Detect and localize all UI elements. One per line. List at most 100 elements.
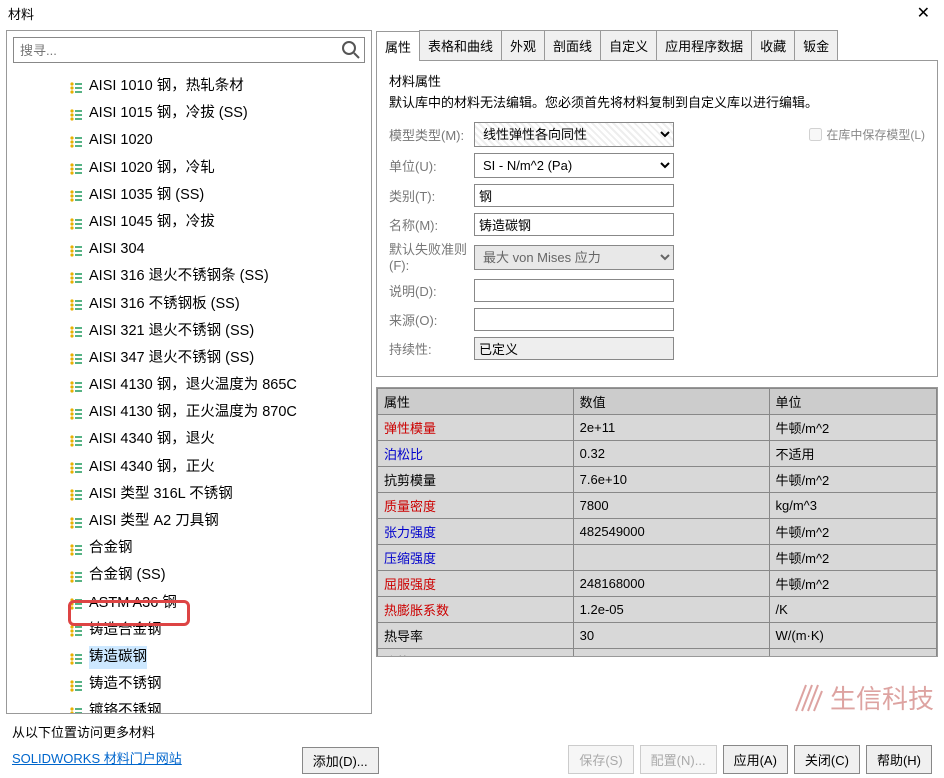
select-unit[interactable]: SI - N/m^2 (Pa) — [474, 153, 674, 178]
table-row[interactable]: 热膨胀系数1.2e-05/K — [378, 597, 937, 623]
material-item[interactable]: AISI 1020 钢，冷轧 — [67, 155, 371, 182]
label-source: 来源(O): — [389, 310, 474, 329]
row-description: 说明(D): — [389, 279, 925, 302]
footer-button[interactable]: 帮助(H) — [866, 745, 932, 774]
search-input[interactable] — [13, 37, 365, 63]
label-name: 名称(M): — [389, 215, 474, 234]
material-icon — [69, 569, 83, 583]
tab-6[interactable]: 收藏 — [751, 30, 795, 60]
cell-val: 1.2e-05 — [573, 597, 769, 623]
table-row[interactable]: 张力强度482549000牛顿/m^2 — [378, 519, 937, 545]
table-row[interactable]: 抗剪模量7.6e+10牛顿/m^2 — [378, 467, 937, 493]
materials-portal-link[interactable]: SOLIDWORKS 材料门户网站 — [12, 748, 182, 767]
input-description[interactable] — [474, 279, 674, 302]
footer-button[interactable]: 关闭(C) — [794, 745, 860, 774]
material-item[interactable]: AISI 4130 钢，正火温度为 870C — [67, 399, 371, 426]
select-criterion[interactable]: 最大 von Mises 应力 — [474, 245, 674, 270]
cell-val: 500 — [573, 649, 769, 658]
table-row[interactable]: 压缩强度牛顿/m^2 — [378, 545, 937, 571]
material-label: AISI 4340 钢，正火 — [89, 456, 215, 479]
material-item[interactable]: ASTM A36 钢 — [67, 590, 371, 617]
footer: 从以下位置访问更多材料 SOLIDWORKS 材料门户网站 添加(D)... 保… — [0, 718, 944, 778]
search-icon[interactable] — [341, 40, 361, 63]
tab-3[interactable]: 剖面线 — [544, 30, 601, 60]
input-name[interactable] — [474, 213, 674, 236]
table-header: 单位 — [769, 389, 937, 415]
material-item[interactable]: AISI 4340 钢，正火 — [67, 454, 371, 481]
material-item[interactable]: 铸造碳钢 — [67, 644, 371, 671]
tab-7[interactable]: 钣金 — [794, 30, 838, 60]
cell-unit: 不适用 — [769, 441, 937, 467]
material-label: 铸造合金钢 — [89, 619, 162, 642]
material-item[interactable]: AISI 316 不锈钢板 (SS) — [67, 291, 371, 318]
material-item[interactable]: AISI 1035 钢 (SS) — [67, 182, 371, 209]
material-label: AISI 类型 316L 不锈钢 — [89, 483, 233, 506]
close-icon[interactable]: ✕ — [911, 3, 936, 23]
material-item[interactable]: 合金钢 — [67, 535, 371, 562]
material-item[interactable]: 镀铬不锈钢 — [67, 698, 371, 713]
material-item[interactable]: AISI 316 退火不锈钢条 (SS) — [67, 263, 371, 290]
material-item[interactable]: AISI 类型 A2 刀具钢 — [67, 508, 371, 535]
table-row[interactable]: 屈服强度248168000牛顿/m^2 — [378, 571, 937, 597]
label-persistence: 持续性: — [389, 339, 474, 358]
tab-5[interactable]: 应用程序数据 — [656, 30, 752, 60]
main-area: AISI 1010 钢，热轧条材AISI 1015 钢，冷拔 (SS)AISI … — [0, 26, 944, 718]
material-item[interactable]: AISI 347 退火不锈钢 (SS) — [67, 345, 371, 372]
table-row[interactable]: 质量密度7800kg/m^3 — [378, 493, 937, 519]
material-item[interactable]: 铸造合金钢 — [67, 617, 371, 644]
material-icon — [69, 623, 83, 637]
properties-table: 属性数值单位 弹性模量2e+11牛顿/m^2泊松比0.32不适用抗剪模量7.6e… — [377, 388, 937, 657]
material-item[interactable]: 合金钢 (SS) — [67, 562, 371, 589]
properties-panel: 材料属性 默认库中的材料无法编辑。您必须首先将材料复制到自定义库以进行编辑。 模… — [376, 61, 938, 377]
checkbox-save-lib[interactable]: 在库中保存模型(L) — [809, 126, 925, 143]
material-icon — [69, 80, 83, 94]
material-item[interactable]: AISI 1010 钢，热轧条材 — [67, 73, 371, 100]
cell-unit: kg/m^3 — [769, 493, 937, 519]
tab-0[interactable]: 属性 — [376, 31, 420, 61]
material-item[interactable]: AISI 304 — [67, 236, 371, 263]
material-item[interactable]: AISI 4340 钢，退火 — [67, 426, 371, 453]
table-row[interactable]: 热导率30W/(m·K) — [378, 623, 937, 649]
material-label: AISI 类型 A2 刀具钢 — [89, 510, 219, 533]
material-item[interactable]: AISI 类型 316L 不锈钢 — [67, 481, 371, 508]
material-item[interactable]: AISI 1045 钢，冷拔 — [67, 209, 371, 236]
material-label: AISI 1035 钢 (SS) — [89, 184, 204, 207]
material-item[interactable]: 铸造不锈钢 — [67, 671, 371, 698]
more-materials-text: 从以下位置访问更多材料 — [12, 722, 379, 741]
material-icon — [69, 324, 83, 338]
material-icon — [69, 678, 83, 692]
material-tree[interactable]: AISI 1010 钢，热轧条材AISI 1015 钢，冷拔 (SS)AISI … — [7, 69, 371, 713]
cell-unit: J/(kg·K) — [769, 649, 937, 658]
material-label: AISI 1010 钢，热轧条材 — [89, 75, 244, 98]
tab-1[interactable]: 表格和曲线 — [419, 30, 502, 60]
add-button[interactable]: 添加(D)... — [302, 747, 379, 774]
input-source[interactable] — [474, 308, 674, 331]
material-label: 镀铬不锈钢 — [89, 700, 162, 713]
material-icon — [69, 460, 83, 474]
material-item[interactable]: AISI 1015 钢，冷拔 (SS) — [67, 100, 371, 127]
cell-prop: 质量密度 — [378, 493, 574, 519]
material-icon — [69, 216, 83, 230]
material-icon — [69, 379, 83, 393]
footer-buttons: 保存(S)配置(N)...应用(A)关闭(C)帮助(H) — [568, 745, 932, 774]
material-icon — [69, 188, 83, 202]
cell-unit: 牛顿/m^2 — [769, 545, 937, 571]
label-unit: 单位(U): — [389, 156, 474, 175]
material-item[interactable]: AISI 321 退火不锈钢 (SS) — [67, 318, 371, 345]
material-icon — [69, 487, 83, 501]
material-item[interactable]: AISI 1020 — [67, 127, 371, 154]
table-row[interactable]: 泊松比0.32不适用 — [378, 441, 937, 467]
material-item[interactable]: AISI 4130 钢，退火温度为 865C — [67, 372, 371, 399]
footer-button[interactable]: 应用(A) — [723, 745, 788, 774]
tab-2[interactable]: 外观 — [501, 30, 545, 60]
select-model-type[interactable]: 线性弹性各向同性 — [474, 122, 674, 147]
table-row[interactable]: 弹性模量2e+11牛顿/m^2 — [378, 415, 937, 441]
material-icon — [69, 433, 83, 447]
tab-4[interactable]: 自定义 — [600, 30, 657, 60]
row-criterion: 默认失败准则(F): 最大 von Mises 应力 — [389, 242, 925, 273]
input-category[interactable] — [474, 184, 674, 207]
row-source: 来源(O): — [389, 308, 925, 331]
material-label: AISI 4130 钢，退火温度为 865C — [89, 374, 297, 397]
table-row[interactable]: 比热500J/(kg·K) — [378, 649, 937, 658]
row-model-type: 模型类型(M): 线性弹性各向同性 在库中保存模型(L) — [389, 122, 925, 147]
